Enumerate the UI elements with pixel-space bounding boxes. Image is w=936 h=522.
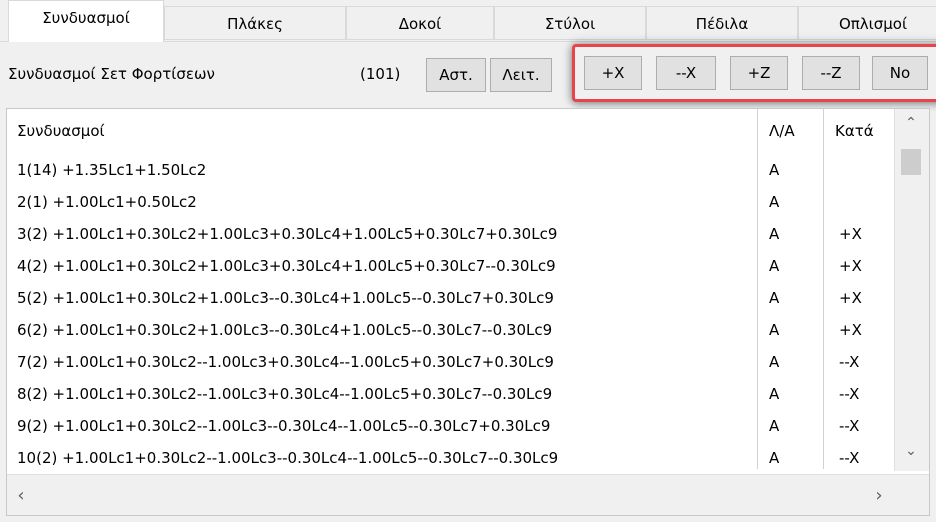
combination-cell: 7(2) +1.00Lc1+0.30Lc2--1.00Lc3+0.30Lc4--… [17, 353, 554, 371]
table-row[interactable]: 2(1) +1.00Lc1+0.50Lc2 A [7, 186, 897, 218]
table-row[interactable]: 7(2) +1.00Lc1+0.30Lc2--1.00Lc3+0.30Lc4--… [7, 346, 897, 378]
scroll-right-icon[interactable]: › [869, 485, 889, 506]
combination-count: (101) [360, 65, 401, 83]
direction-cell: --X [839, 353, 860, 371]
direction-cell: +X [839, 321, 862, 339]
tab-columns[interactable]: Στύλοι [494, 6, 646, 40]
plus-x-button[interactable]: +X [584, 56, 642, 90]
leit-button[interactable]: Λειτ. [490, 58, 552, 92]
combination-cell: 10(2) +1.00Lc1+0.30Lc2--1.00Lc3--0.30Lc4… [17, 449, 559, 467]
horizontal-scrollbar[interactable]: ‹ › [7, 474, 929, 515]
scroll-up-icon[interactable]: ⌃ [901, 115, 921, 131]
table-row[interactable]: 5(2) +1.00Lc1+0.30Lc2+1.00Lc3--0.30Lc4+1… [7, 282, 897, 314]
combination-cell: 8(2) +1.00Lc1+0.30Lc2--1.00Lc3+0.30Lc4--… [17, 385, 553, 403]
no-direction-button[interactable]: No [872, 56, 928, 90]
tab-slabs[interactable]: Πλάκες [164, 6, 346, 40]
la-cell: A [769, 193, 780, 211]
la-cell: A [769, 449, 780, 467]
tab-strip: Συνδυασμοί Πλάκες Δοκοί Στύλοι Πέδιλα Οπ… [0, 0, 936, 42]
vertical-scroll-thumb[interactable] [901, 149, 921, 175]
direction-cell: +X [839, 257, 862, 275]
direction-cell: --X [839, 385, 860, 403]
direction-cell [839, 186, 895, 218]
combination-cell: 6(2) +1.00Lc1+0.30Lc2+1.00Lc3--0.30Lc4+1… [17, 321, 553, 339]
la-cell: A [769, 161, 780, 179]
ast-button[interactable]: Αστ. [426, 58, 486, 92]
la-cell: A [769, 289, 780, 307]
minus-z-button[interactable]: --Z [802, 56, 860, 90]
combination-cell: 1(14) +1.35Lc1+1.50Lc2 [17, 161, 207, 179]
combination-cell: 3(2) +1.00Lc1+0.30Lc2+1.00Lc3+0.30Lc4+1.… [17, 225, 558, 243]
scroll-left-icon[interactable]: ‹ [11, 485, 31, 506]
tab-beams[interactable]: Δοκοί [346, 6, 494, 40]
tab-combinations[interactable]: Συνδυασμοί [8, 0, 164, 42]
combination-cell: 5(2) +1.00Lc1+0.30Lc2+1.00Lc3--0.30Lc4+1… [17, 289, 554, 307]
la-cell: A [769, 257, 780, 275]
table-row[interactable]: 8(2) +1.00Lc1+0.30Lc2--1.00Lc3+0.30Lc4--… [7, 378, 897, 410]
table-row[interactable]: 6(2) +1.00Lc1+0.30Lc2+1.00Lc3--0.30Lc4+1… [7, 314, 897, 346]
grid-rows: 1(14) +1.35Lc1+1.50Lc2 A 2(1) +1.00Lc1+0.5… [7, 154, 897, 474]
column-header-combinations[interactable]: Συνδυασμοί [7, 109, 757, 153]
table-row[interactable]: 1(14) +1.35Lc1+1.50Lc2 A [7, 154, 897, 186]
combination-cell: 2(1) +1.00Lc1+0.50Lc2 [17, 193, 197, 211]
tab-footings[interactable]: Πέδιλα [646, 6, 798, 40]
combination-cell: 4(2) +1.00Lc1+0.30Lc2+1.00Lc3+0.30Lc4+1.… [17, 257, 556, 275]
direction-cell: +X [839, 225, 862, 243]
scroll-down-icon[interactable]: ⌄ [901, 443, 921, 459]
la-cell: A [769, 321, 780, 339]
combination-cell: 9(2) +1.00Lc1+0.30Lc2--1.00Lc3--0.30Lc4-… [17, 417, 551, 435]
direction-cell [839, 154, 895, 186]
la-cell: A [769, 417, 780, 435]
load-set-combinations-label: Συνδυασμοί Σετ Φορτίσεων [8, 65, 215, 83]
table-row[interactable]: 10(2) +1.00Lc1+0.30Lc2--1.00Lc3--0.30Lc4… [7, 442, 897, 474]
la-cell: A [769, 385, 780, 403]
table-row[interactable]: 9(2) +1.00Lc1+0.30Lc2--1.00Lc3--0.30Lc4-… [7, 410, 897, 442]
column-header-la[interactable]: Λ/Α [759, 109, 823, 153]
column-header-kata[interactable]: Κατά [825, 109, 897, 153]
la-cell: A [769, 225, 780, 243]
vertical-scrollbar[interactable]: ⌃ ⌄ [894, 109, 929, 471]
direction-cell: --X [839, 417, 860, 435]
direction-cell: +X [839, 289, 862, 307]
minus-x-button[interactable]: --X [656, 56, 716, 90]
table-row[interactable]: 4(2) +1.00Lc1+0.30Lc2+1.00Lc3+0.30Lc4+1.… [7, 250, 897, 282]
combinations-grid: Συνδυασμοί Λ/Α Κατά 1(14) +1.35Lc1+1.50L… [6, 108, 930, 516]
direction-cell: --X [839, 449, 860, 467]
tab-reinforcement[interactable]: Οπλισμοί [798, 6, 936, 40]
plus-z-button[interactable]: +Z [730, 56, 788, 90]
table-row[interactable]: 3(2) +1.00Lc1+0.30Lc2+1.00Lc3+0.30Lc4+1.… [7, 218, 897, 250]
grid-header: Συνδυασμοί Λ/Α Κατά [7, 109, 897, 153]
la-cell: A [769, 353, 780, 371]
